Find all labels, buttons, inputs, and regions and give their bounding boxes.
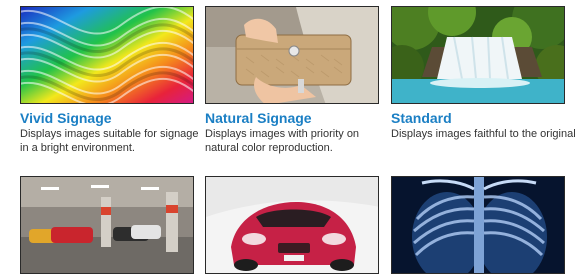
mode-title: Standard: [391, 110, 452, 126]
mode-description: Displays images with priority on natural…: [205, 128, 360, 154]
mode-description: Displays images faithful to the original…: [391, 128, 575, 140]
mode-description: Displays images suitable for signage in …: [20, 128, 199, 154]
handbag-image: [205, 6, 379, 104]
red-car-image: [205, 176, 379, 274]
rainbow-wave-image: [20, 6, 194, 104]
mode-title: Natural Signage: [205, 110, 312, 126]
parking-garage-image: [20, 176, 194, 274]
waterfall-image: [391, 6, 565, 104]
chest-xray-image: [391, 176, 565, 274]
mode-title: Vivid Signage: [20, 110, 112, 126]
